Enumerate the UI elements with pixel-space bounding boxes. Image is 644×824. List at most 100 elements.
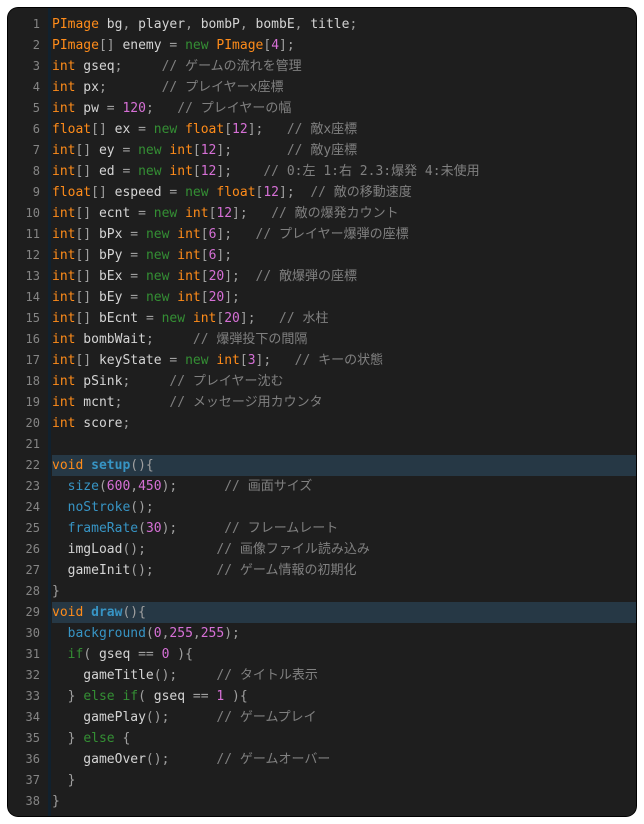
token-ident — [83, 605, 91, 620]
code-line[interactable]: } else if( gseq == 1 ){ — [52, 686, 636, 707]
code-area[interactable]: PImage bg, player, bombP, bombE, title;P… — [48, 8, 636, 816]
line-number: 38 — [12, 791, 40, 812]
code-line[interactable]: gameOver(); // ゲームオーバー — [52, 749, 636, 770]
token-ident — [177, 206, 185, 221]
code-line[interactable]: int[] bPx = new int[6]; // プレイヤー爆弾の座標 — [52, 224, 636, 245]
code-line[interactable]: int[] ed = new int[12]; // 0:左 1:右 2.3:爆… — [52, 161, 636, 182]
code-line[interactable]: int[] bEcnt = new int[20]; // 水柱 — [52, 308, 636, 329]
code-line[interactable]: int[] bEx = new int[20]; // 敵爆弾の座標 — [52, 266, 636, 287]
code-line[interactable]: void setup(){ — [52, 455, 636, 476]
token-op: [ — [193, 143, 201, 158]
line-number: 7 — [12, 140, 40, 161]
token-op: , — [295, 17, 303, 32]
code-line[interactable]: PImage bg, player, bombP, bombE, title; — [52, 14, 636, 35]
token-num: 12 — [263, 185, 279, 200]
code-line[interactable]: gameTitle(); // タイトル表示 — [52, 665, 636, 686]
code-line[interactable]: int pSink; // プレイヤー沈む — [52, 371, 636, 392]
token-ident — [52, 500, 68, 515]
code-line[interactable]: frameRate(30); // フレームレート — [52, 518, 636, 539]
code-line[interactable]: if( gseq == 0 ){ — [52, 644, 636, 665]
code-line[interactable]: float[] ex = new float[12]; // 敵x座標 — [52, 119, 636, 140]
code-line[interactable]: } — [52, 770, 636, 791]
code-line[interactable]: gamePlay(); // ゲームプレイ — [52, 707, 636, 728]
code-line[interactable]: PImage[] enemy = new PImage[4]; — [52, 35, 636, 56]
line-number: 18 — [12, 371, 40, 392]
token-ident: bEcnt — [91, 311, 146, 326]
line-number: 28 — [12, 581, 40, 602]
code-line[interactable]: gameInit(); // ゲーム情報の初期化 — [52, 560, 636, 581]
token-num: 255 — [169, 626, 192, 641]
token-ident — [52, 731, 68, 746]
token-op: = — [169, 353, 185, 368]
token-num: 20 — [209, 269, 225, 284]
code-line[interactable]: void draw(){ — [52, 602, 636, 623]
code-line[interactable]: int bombWait; // 爆弾投下の間隔 — [52, 329, 636, 350]
token-op: [ — [201, 269, 209, 284]
token-type: int — [52, 395, 75, 410]
token-ident: imgLoad — [52, 542, 122, 557]
code-line[interactable]: } — [52, 791, 636, 812]
line-number-gutter: 1234567891011121314151617181920212223242… — [8, 8, 48, 816]
token-comment: // プレイヤー爆弾の座標 — [256, 227, 409, 242]
token-op: (); — [122, 542, 216, 557]
token-type: int — [52, 59, 75, 74]
code-line[interactable]: float[] espeed = new float[12]; // 敵の移動速… — [52, 182, 636, 203]
token-ident: ey — [91, 143, 122, 158]
token-comment: // 画面サイズ — [224, 479, 312, 494]
token-keyword: if — [122, 689, 138, 704]
token-ident: gameTitle — [52, 668, 154, 683]
token-op: ]; — [232, 206, 271, 221]
token-op: [ — [201, 227, 209, 242]
token-type: int — [169, 164, 192, 179]
code-line[interactable] — [52, 434, 636, 455]
token-num: 3 — [248, 353, 256, 368]
token-op: } — [68, 689, 84, 704]
code-line[interactable]: int[] bPy = new int[6]; — [52, 245, 636, 266]
code-line[interactable]: int score; — [52, 413, 636, 434]
token-num: 120 — [122, 101, 145, 116]
code-line[interactable]: int[] ecnt = new int[12]; // 敵の爆発カウント — [52, 203, 636, 224]
line-number: 26 — [12, 539, 40, 560]
code-line[interactable]: noStroke(); — [52, 497, 636, 518]
token-keyword: new — [185, 185, 208, 200]
code-line[interactable]: int[] keyState = new int[3]; // キーの状態 — [52, 350, 636, 371]
token-op: [ — [193, 164, 201, 179]
token-type: int — [52, 248, 75, 263]
token-ident: bg — [99, 17, 122, 32]
code-line[interactable]: background(0,255,255); — [52, 623, 636, 644]
code-line[interactable]: int[] bEy = new int[20]; — [52, 287, 636, 308]
token-type: int — [216, 353, 239, 368]
line-number: 23 — [12, 476, 40, 497]
token-keyword: new — [138, 143, 161, 158]
code-line[interactable]: size(600,450); // 画面サイズ — [52, 476, 636, 497]
line-number: 36 — [12, 749, 40, 770]
code-line[interactable]: } else { — [52, 728, 636, 749]
token-op: = — [138, 206, 154, 221]
code-editor[interactable]: 1234567891011121314151617181920212223242… — [8, 8, 636, 816]
line-number: 12 — [12, 245, 40, 266]
token-type: int — [52, 227, 75, 242]
token-type: float — [185, 122, 224, 137]
token-call: background — [68, 626, 146, 641]
code-line[interactable]: int mcnt; // メッセージ用カウンタ — [52, 392, 636, 413]
token-type: PImage — [52, 17, 99, 32]
token-op: ]; — [248, 122, 287, 137]
token-ident: bPy — [91, 248, 130, 263]
token-num: 255 — [201, 626, 224, 641]
token-type: PImage — [52, 38, 99, 53]
code-line[interactable]: imgLoad(); // 画像ファイル読み込み — [52, 539, 636, 560]
code-line[interactable]: int[] ey = new int[12]; // 敵y座標 — [52, 140, 636, 161]
line-number: 33 — [12, 686, 40, 707]
code-line[interactable]: } — [52, 581, 636, 602]
token-op: , — [240, 17, 248, 32]
token-ident — [52, 626, 68, 641]
code-line[interactable]: int gseq; // ゲームの流れを管理 — [52, 56, 636, 77]
token-ident: gseq — [75, 59, 114, 74]
token-num: 12 — [201, 143, 217, 158]
token-op: ; — [115, 59, 162, 74]
token-type: int — [52, 206, 75, 221]
token-op: = — [146, 311, 162, 326]
code-line[interactable]: int px; // プレイヤーx座標 — [52, 77, 636, 98]
token-comment: // 0:左 1:右 2.3:爆発 4:未使用 — [263, 164, 479, 179]
code-line[interactable]: int pw = 120; // プレイヤーの幅 — [52, 98, 636, 119]
